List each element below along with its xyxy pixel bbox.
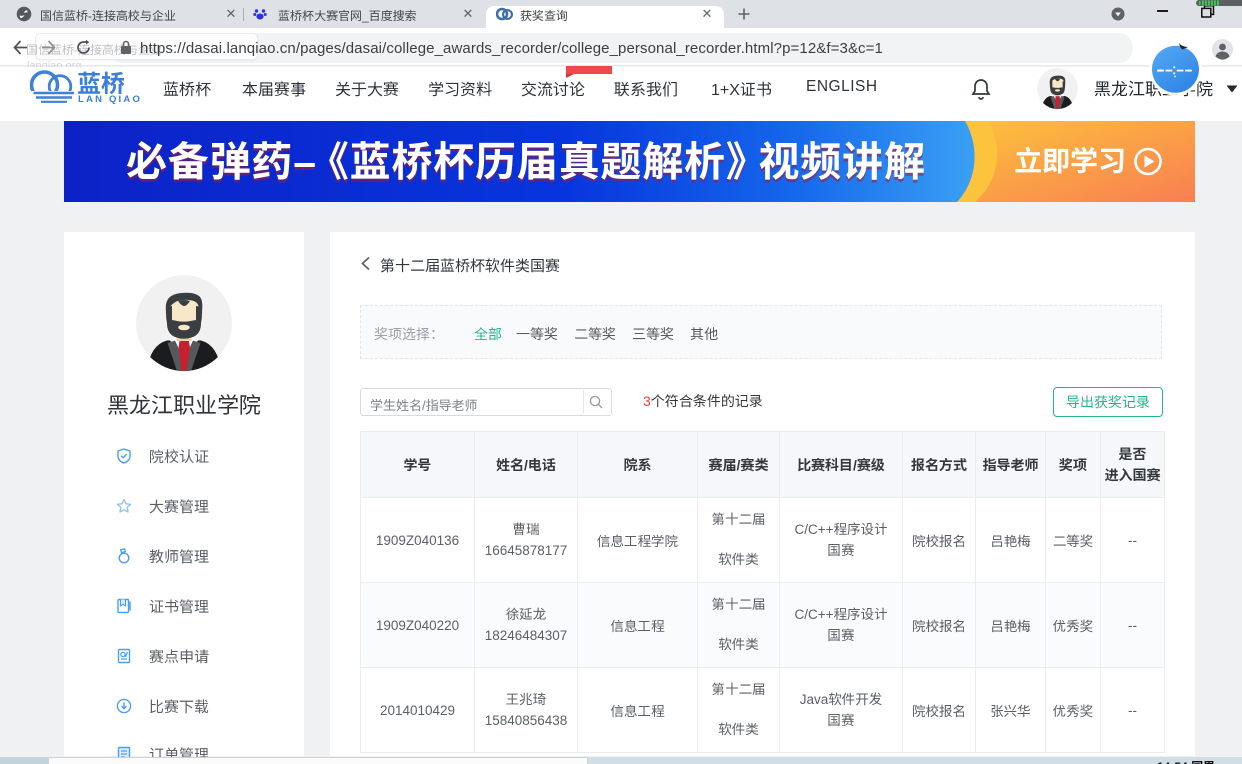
- svg-text:必备弹药–《蓝桥杯历届真题解析》视频讲解: 必备弹药–《蓝桥杯历届真题解析》视频讲解: [126, 128, 926, 188]
- svg-text:立即学习: 立即学习: [1014, 140, 1126, 180]
